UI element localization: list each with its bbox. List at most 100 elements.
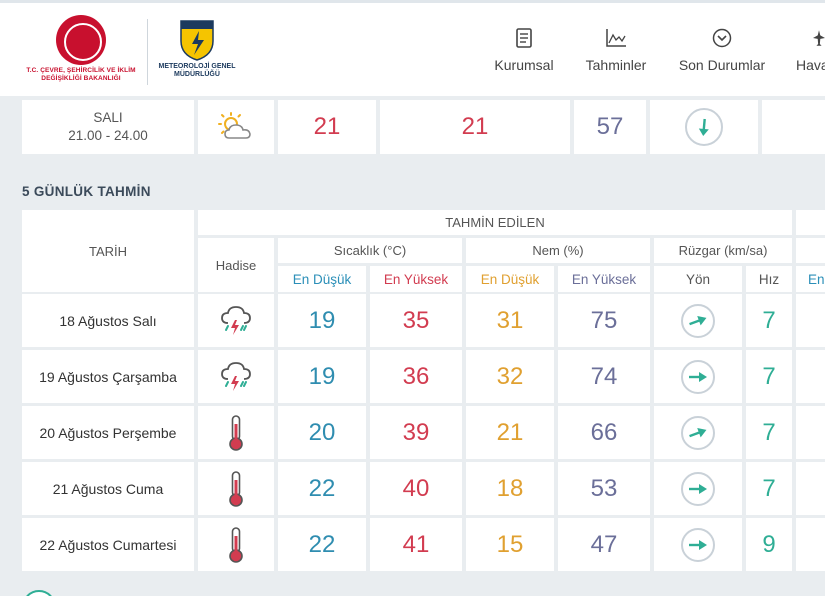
forecast-wind-dir-cell — [654, 518, 742, 571]
forecast-wind-dir — [654, 518, 742, 571]
forecast-clipped — [796, 518, 825, 571]
forecast-temp-high-cell: 36 — [370, 350, 462, 403]
sub-speed-label: Hız — [758, 271, 780, 287]
header-humidity-cell: Nem (%) — [466, 238, 650, 263]
forecast-clipped — [796, 294, 825, 347]
forecast-date: 20 Ağustos Perşembe — [39, 424, 177, 441]
logo-divider — [147, 19, 148, 85]
forecast-date: 21 Ağustos Cuma — [52, 480, 164, 497]
hourly-temp: 21 — [313, 113, 341, 140]
forecast-hum-high: 66 — [590, 418, 618, 446]
forecast-hum-low-cell: 32 — [466, 350, 554, 403]
forecast-temp-low: 20 — [308, 418, 336, 446]
col-wind: Rüzgar (km/sa) — [678, 243, 768, 258]
nav-hava[interactable]: Hava — [793, 25, 825, 81]
mgm-logo[interactable]: METEOROLOJİ GENEL MÜDÜRLÜĞÜ — [155, 19, 239, 89]
col-event: Hadise — [215, 257, 257, 273]
nav-label: Kurumsal — [494, 57, 554, 73]
header-clipped-cell-2 — [796, 238, 825, 263]
forecast-temp-high-cell: 41 — [370, 518, 462, 571]
nav-son-durumlar[interactable]: Son Durumlar — [673, 25, 771, 81]
document-icon — [490, 25, 558, 51]
hourly-temp-cell: 21 — [278, 100, 376, 154]
forecast-wind-speed-cell: 7 — [746, 294, 792, 347]
hourly-feels-like: 21 — [461, 113, 489, 140]
forecast-event-cell — [198, 406, 274, 459]
forecast-temp-high: 39 — [402, 418, 430, 446]
forecast-hum-low-cell: 21 — [466, 406, 554, 459]
forecast-temp-high: 35 — [402, 306, 430, 334]
nav-tahminler[interactable]: Tahminler — [580, 25, 652, 81]
forecast-temp-low-cell: 22 — [278, 462, 366, 515]
forecast-temp-high-cell: 35 — [370, 294, 462, 347]
forecast-wind-dir-cell — [654, 294, 742, 347]
sub-clipped: En — [796, 266, 825, 292]
forecast-temp-high: 41 — [402, 530, 430, 558]
forecast-wind-dir — [654, 462, 742, 515]
col-humidity: Nem (%) — [532, 243, 584, 258]
thermometer-hot-icon — [198, 518, 274, 571]
plane-icon — [793, 25, 825, 51]
forecast-clipped-cell — [796, 350, 825, 403]
forecast-event-cell — [198, 462, 274, 515]
forecast-hum-low: 32 — [496, 362, 524, 390]
forecast-clipped-cell — [796, 406, 825, 459]
chart-icon — [580, 25, 652, 51]
forecast-wind-dir — [654, 294, 742, 347]
hourly-wind-cell — [650, 100, 758, 154]
forecast-wind-speed-cell: 7 — [746, 350, 792, 403]
forecast-hum-low-cell: 31 — [466, 294, 554, 347]
mgm-shield-icon — [179, 19, 215, 61]
forecast-hum-high: 74 — [590, 362, 618, 390]
ministry-logo-text: T.C. ÇEVRE, ŞEHİRCİLİK VE İKLİM DEĞİŞİKL… — [26, 67, 136, 82]
nav-kurumsal[interactable]: Kurumsal — [490, 25, 558, 81]
sub-wind-speed: Hız — [746, 266, 792, 292]
forecast-temp-high: 36 — [402, 362, 430, 390]
thermometer-hot-icon — [198, 406, 274, 459]
forecast-wind-dir-cell — [654, 406, 742, 459]
sub-hum-low-label: En Düşük — [480, 271, 540, 287]
forecast-wind-dir-cell — [654, 462, 742, 515]
hourly-humidity: 57 — [596, 113, 624, 140]
bottom-circle-icon — [22, 590, 56, 596]
hourly-time-cell: SALI 21.00 - 24.00 — [22, 100, 194, 154]
forecast-hum-low-cell: 15 — [466, 518, 554, 571]
forecast-event-cell — [198, 518, 274, 571]
forecast-temp-low-cell: 20 — [278, 406, 366, 459]
forecast-hum-high: 75 — [590, 306, 618, 334]
thunderstorm-icon — [198, 294, 274, 347]
forecast-hum-high-cell: 66 — [558, 406, 650, 459]
header-date-cell: TARİH — [22, 210, 194, 292]
header-group-cell: TAHMİN EDİLEN — [198, 210, 792, 235]
forecast-hum-high: 53 — [590, 474, 618, 502]
forecast-temp-low-cell: 19 — [278, 294, 366, 347]
header-temp-cell: Sıcaklık (°C) — [278, 238, 462, 263]
forecast-wind-speed: 7 — [762, 362, 776, 390]
sub-temp-high: En Yüksek — [370, 266, 462, 292]
forecast-clipped — [796, 406, 825, 459]
forecast-temp-low: 19 — [308, 306, 336, 334]
ministry-logo[interactable]: T.C. ÇEVRE, ŞEHİRCİLİK VE İKLİM DEĞİŞİKL… — [20, 15, 142, 90]
arrow-east-icon — [681, 471, 715, 506]
sub-clipped-label: En — [808, 271, 825, 287]
forecast-temp-high-cell: 39 — [370, 406, 462, 459]
sub-low-label: En Düşük — [292, 271, 352, 287]
nav-label: Son Durumlar — [678, 57, 766, 73]
forecast-hum-high-cell: 74 — [558, 350, 650, 403]
forecast-temp-low: 22 — [308, 474, 336, 502]
nav-label: Tahminler — [585, 57, 647, 73]
thunderstorm-icon — [198, 350, 274, 403]
hourly-icon-cell — [198, 100, 274, 154]
forecast-wind-dir-cell — [654, 350, 742, 403]
forecast-date-cell: 20 Ağustos Perşembe — [22, 406, 194, 459]
partly-cloudy-icon — [198, 100, 274, 154]
sub-wind-dir: Yön — [654, 266, 742, 292]
hourly-humidity-cell: 57 — [574, 100, 646, 154]
forecast-date-cell: 22 Ağustos Cumartesi — [22, 518, 194, 571]
col-temp: Sıcaklık (°C) — [333, 243, 407, 258]
forecast-hum-low-cell: 18 — [466, 462, 554, 515]
forecast-hum-high-cell: 47 — [558, 518, 650, 571]
col-date: TARİH — [88, 243, 128, 259]
forecast-clipped-cell — [796, 462, 825, 515]
header-clipped-cell — [796, 210, 825, 235]
